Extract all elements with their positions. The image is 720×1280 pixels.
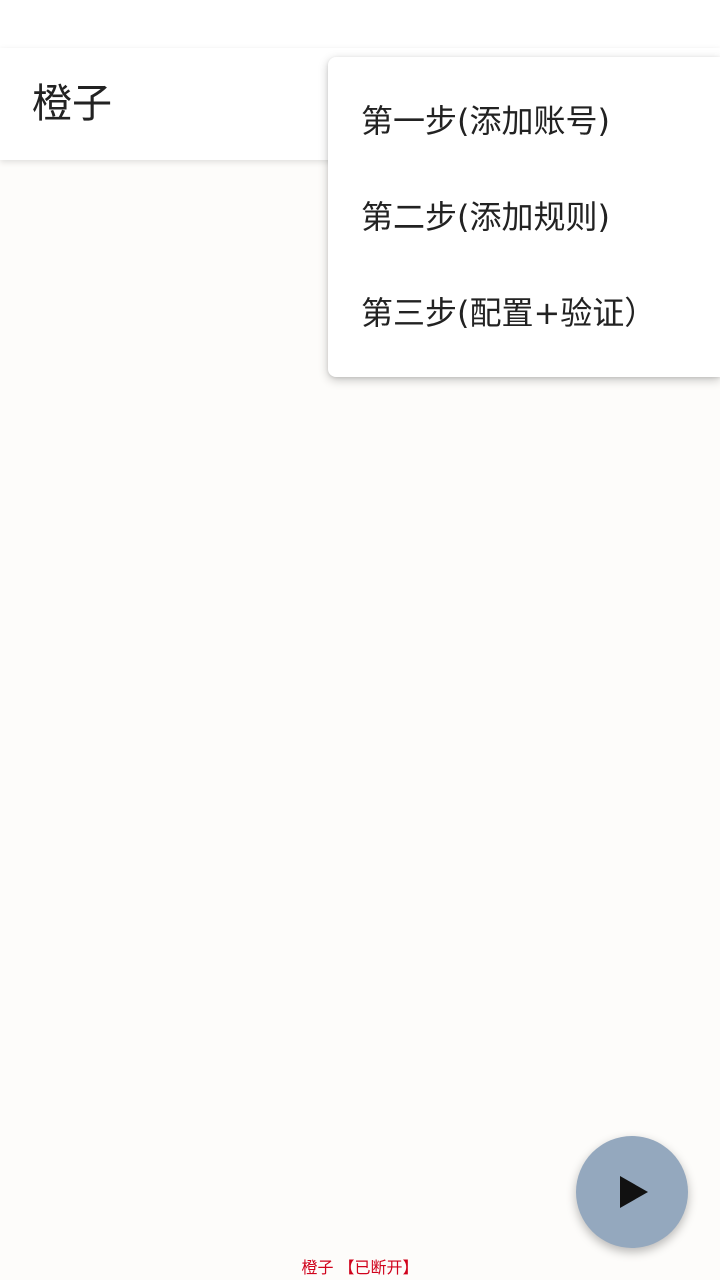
overflow-menu: 第一步(添加账号) 第二步(添加规则) 第三步(配置+验证） [328,57,720,377]
connection-status: 橙子 【已断开】 [301,1258,419,1277]
menu-item-step-three[interactable]: 第三步(配置+验证） [328,265,720,361]
app-screen: 橙子 第一步(添加账号) 第二步(添加规则) 第三步(配置+验证） 橙子 【已断… [0,0,720,1280]
menu-item-label: 第三步(配置+验证） [361,294,657,332]
menu-item-step-one[interactable]: 第一步(添加账号) [328,73,720,169]
start-button[interactable] [576,1136,688,1248]
menu-item-label: 第二步(添加规则) [361,198,610,236]
page-title: 橙子 [32,81,112,127]
menu-item-label: 第一步(添加账号) [361,102,610,140]
play-icon [620,1176,648,1208]
menu-item-step-two[interactable]: 第二步(添加规则) [328,169,720,265]
status-bar [0,0,720,48]
